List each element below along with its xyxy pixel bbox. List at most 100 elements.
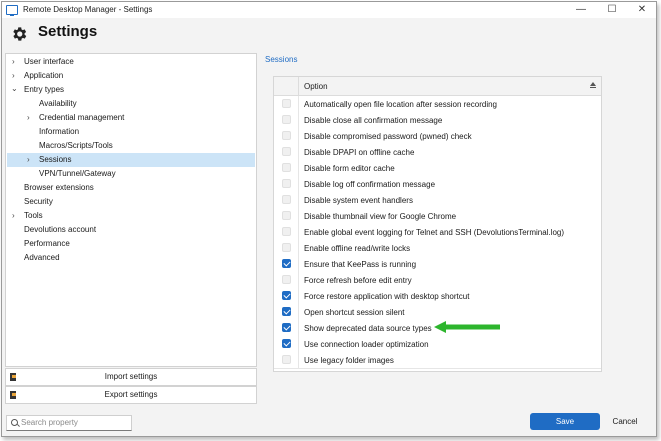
sidebar-item-user-interface[interactable]: User interface — [24, 55, 74, 69]
option-checkbox[interactable] — [282, 307, 291, 316]
sidebar-item-entry-types[interactable]: Entry types — [24, 83, 64, 97]
sidebar-item-tools[interactable]: Tools — [24, 209, 43, 223]
option-label: Disable system event handlers — [304, 196, 413, 205]
option-checkbox[interactable] — [282, 195, 291, 204]
sidebar-item-vpn[interactable]: VPN/Tunnel/Gateway — [39, 167, 116, 181]
import-settings-button[interactable]: Import settings — [5, 368, 257, 386]
chevron-right-icon[interactable]: › — [12, 57, 15, 66]
annotation-arrow-head — [434, 321, 446, 333]
option-checkbox[interactable] — [282, 323, 291, 332]
option-checkbox[interactable] — [282, 147, 291, 156]
checkbox-cell — [274, 160, 299, 176]
sidebar-item-browser-extensions[interactable]: Browser extensions — [24, 181, 94, 195]
title-bar: Remote Desktop Manager - Settings — ☐ ✕ — [2, 2, 656, 18]
checkbox-cell — [274, 96, 299, 112]
option-column-header[interactable]: Option — [304, 82, 328, 91]
gear-icon — [13, 27, 27, 41]
sidebar-item-advanced[interactable]: Advanced — [24, 251, 60, 265]
checkbox-cell — [274, 192, 299, 208]
option-label: Show deprecated data source types — [304, 324, 432, 333]
checkbox-cell — [274, 336, 299, 352]
table-row[interactable]: Enable offline read/write locks — [274, 240, 601, 257]
table-row[interactable]: Enable global event logging for Telnet a… — [274, 224, 601, 241]
chevron-right-icon[interactable]: › — [27, 155, 30, 164]
checkbox-cell — [274, 256, 299, 272]
option-label: Disable compromised password (pwned) che… — [304, 132, 472, 141]
table-row[interactable]: Ensure that KeePass is running — [274, 256, 601, 273]
table-row[interactable]: Disable close all confirmation message — [274, 112, 601, 129]
window-title: Remote Desktop Manager - Settings — [23, 5, 153, 14]
export-icon — [10, 391, 16, 399]
table-row[interactable]: Disable thumbnail view for Google Chrome — [274, 208, 601, 225]
option-label: Use legacy folder images — [304, 356, 394, 365]
checkbox-column-header[interactable] — [274, 77, 299, 95]
page-title: Settings — [38, 23, 98, 40]
option-checkbox[interactable] — [282, 211, 291, 220]
settings-window: Remote Desktop Manager - Settings — ☐ ✕ … — [1, 1, 657, 437]
option-checkbox[interactable] — [282, 115, 291, 124]
search-input[interactable] — [21, 417, 127, 428]
export-settings-button[interactable]: Export settings — [5, 386, 257, 404]
sidebar-item-sessions[interactable]: Sessions — [39, 153, 71, 167]
option-checkbox[interactable] — [282, 99, 291, 108]
option-checkbox[interactable] — [282, 291, 291, 300]
save-button[interactable]: Save — [530, 413, 600, 430]
settings-tree: › User interface › Application ⌄ Entry t… — [5, 53, 257, 367]
chevron-right-icon[interactable]: › — [12, 71, 15, 80]
option-checkbox[interactable] — [282, 275, 291, 284]
sidebar-item-information[interactable]: Information — [39, 125, 79, 139]
sidebar-item-macros[interactable]: Macros/Scripts/Tools — [39, 139, 113, 153]
maximize-button[interactable]: ☐ — [598, 3, 626, 17]
option-label: Enable offline read/write locks — [304, 244, 411, 253]
option-checkbox[interactable] — [282, 355, 291, 364]
option-label: Automatically open file location after s… — [304, 100, 497, 109]
table-row[interactable]: Disable DPAPI on offline cache — [274, 144, 601, 161]
table-row[interactable]: Disable compromised password (pwned) che… — [274, 128, 601, 145]
option-checkbox[interactable] — [282, 227, 291, 236]
sidebar-item-credential-management[interactable]: Credential management — [39, 111, 124, 125]
checkbox-cell — [274, 112, 299, 128]
option-checkbox[interactable] — [282, 179, 291, 188]
chevron-down-icon[interactable]: ⌄ — [11, 84, 18, 93]
checkbox-cell — [274, 128, 299, 144]
option-checkbox[interactable] — [282, 131, 291, 140]
option-checkbox[interactable] — [282, 339, 291, 348]
sidebar-item-performance[interactable]: Performance — [24, 237, 70, 251]
sort-ascending-icon[interactable] — [590, 82, 596, 88]
option-checkbox[interactable] — [282, 243, 291, 252]
table-row[interactable]: Use legacy folder images — [274, 352, 601, 369]
option-checkbox[interactable] — [282, 259, 291, 268]
chevron-right-icon[interactable]: › — [12, 211, 15, 220]
minimize-button[interactable]: — — [567, 3, 595, 17]
table-row[interactable]: Disable system event handlers — [274, 192, 601, 209]
section-title: Sessions — [265, 55, 298, 64]
cancel-button[interactable]: Cancel — [605, 413, 645, 430]
option-label: Disable DPAPI on offline cache — [304, 148, 415, 157]
checkbox-cell — [274, 176, 299, 192]
import-settings-label: Import settings — [104, 372, 158, 381]
sidebar-item-application[interactable]: Application — [24, 69, 63, 83]
annotation-arrow-shaft — [445, 324, 500, 330]
table-row[interactable]: Automatically open file location after s… — [274, 96, 601, 113]
checkbox-cell — [274, 208, 299, 224]
table-row[interactable]: Force restore application with desktop s… — [274, 288, 601, 305]
checkbox-cell — [274, 144, 299, 160]
sidebar-item-availability[interactable]: Availability — [39, 97, 77, 111]
grid-header: Option — [274, 77, 601, 96]
sidebar-item-devolutions-account[interactable]: Devolutions account — [24, 223, 96, 237]
chevron-right-icon[interactable]: › — [27, 113, 30, 122]
table-row[interactable]: Disable log off confirmation message — [274, 176, 601, 193]
checkbox-cell — [274, 224, 299, 240]
annotation-arrow-icon — [434, 321, 500, 333]
search-box[interactable] — [6, 415, 132, 431]
sidebar-item-security[interactable]: Security — [24, 195, 53, 209]
table-row[interactable]: Open shortcut session silent — [274, 304, 601, 321]
table-row[interactable]: Disable form editor cache — [274, 160, 601, 177]
checkbox-cell — [274, 288, 299, 304]
option-label: Enable global event logging for Telnet a… — [304, 228, 565, 237]
table-row[interactable]: Use connection loader optimization — [274, 336, 601, 353]
table-row[interactable]: Force refresh before edit entry — [274, 272, 601, 289]
checkbox-cell — [274, 304, 299, 320]
close-button[interactable]: ✕ — [628, 3, 656, 17]
option-checkbox[interactable] — [282, 163, 291, 172]
